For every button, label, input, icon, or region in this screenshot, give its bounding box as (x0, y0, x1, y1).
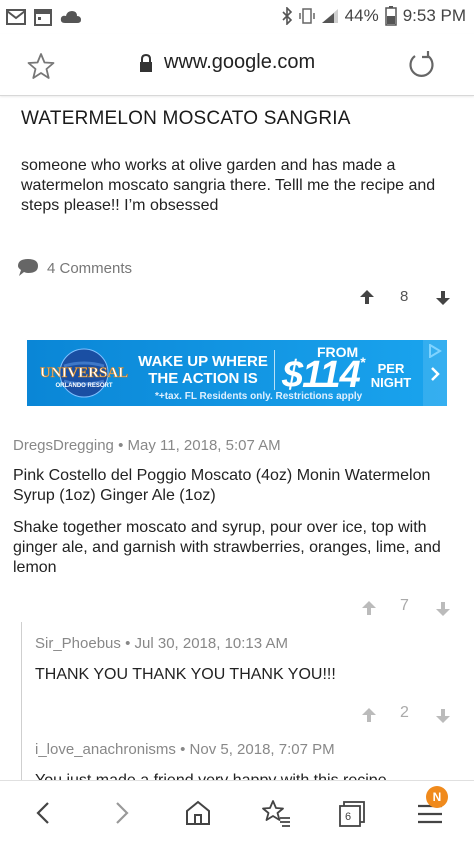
tab-count: 6 (344, 811, 352, 823)
reload-icon (409, 51, 434, 77)
star-list-icon (262, 800, 290, 827)
calendar-icon (34, 9, 52, 26)
comment-date: Nov 5, 2018, 7:07 PM (189, 741, 335, 758)
bookmark-button[interactable] (26, 51, 56, 81)
notification-badge: N (426, 786, 448, 808)
comment-author[interactable]: i_love_anachronisms (35, 741, 176, 758)
status-bar: 44% 9:53 PM (0, 0, 474, 34)
chevron-right-icon (431, 367, 440, 381)
ad-price-value: $114 (282, 354, 361, 396)
tabs-button[interactable]: 6 (334, 795, 370, 831)
cloud-icon (60, 11, 81, 23)
comment-text: Pink Costello del Poggio Moscato (4oz) M… (13, 467, 431, 504)
clock: 9:53 PM (402, 6, 466, 25)
forward-button[interactable] (103, 795, 139, 831)
browser-bottom-nav: 6 (0, 780, 474, 842)
browser-url-bar: www.google.com (0, 34, 474, 96)
post-body: someone who works at olive garden and ha… (21, 157, 436, 214)
signal-icon (321, 9, 338, 23)
home-button[interactable] (180, 795, 216, 831)
reply-thread-line (21, 622, 22, 782)
comments-link[interactable]: 4 Comments (17, 258, 132, 278)
back-button[interactable] (26, 795, 62, 831)
ad-headline-1: WAKE UP WHERE (138, 353, 268, 370)
post-title: WATERMELON MOSCATO SANGRIA (21, 108, 351, 129)
star-icon (27, 53, 55, 79)
ad-brand: UNIVERSAL (40, 365, 128, 381)
comments-count: 4 Comments (47, 259, 133, 277)
ad-divider (274, 350, 275, 390)
comment-meta: Sir_Phoebus • Jul 30, 2018, 10:13 AM (35, 635, 288, 652)
ad-headline-2: THE ACTION IS (148, 370, 258, 387)
battery-icon (384, 6, 397, 26)
chevron-left-icon (36, 802, 49, 824)
comment-text: Shake together moscato and syrup, pour o… (13, 519, 441, 576)
comment-author[interactable]: Sir_Phoebus (35, 635, 121, 652)
address-field[interactable]: www.google.com (138, 51, 315, 74)
speech-bubble-icon (18, 259, 38, 276)
universal-logo: UNIVERSAL ORLANDO RESORT (40, 348, 128, 398)
upvote-icon[interactable] (358, 288, 376, 306)
ad-brand-sub: ORLANDO RESORT (56, 383, 113, 389)
bluetooth-icon (282, 7, 292, 25)
ad-banner[interactable]: UNIVERSAL ORLANDO RESORT WAKE UP WHERE T… (27, 340, 447, 406)
reload-button[interactable] (406, 48, 438, 80)
ad-per: PER (377, 361, 405, 376)
upvote-icon[interactable] (360, 599, 378, 617)
bookmarks-button[interactable] (258, 795, 294, 831)
comment-vote-controls: 2 (360, 704, 454, 728)
comment-author[interactable]: DregsDregging (13, 437, 114, 454)
downvote-icon[interactable] (434, 289, 452, 307)
home-icon (186, 800, 210, 825)
downvote-icon[interactable] (434, 600, 452, 618)
battery-percent: 44% (344, 6, 379, 25)
ad-headline: WAKE UP WHERE THE ACTION IS (137, 353, 269, 387)
comment-date: Jul 30, 2018, 10:13 AM (134, 635, 288, 652)
meta-separator: • (118, 437, 124, 454)
vibrate-icon (298, 8, 315, 24)
ad-night: NIGHT (370, 375, 412, 390)
comment-meta: DregsDregging • May 11, 2018, 5:07 AM (13, 437, 281, 454)
comment-vote-count: 7 (400, 597, 409, 614)
ad-next-button[interactable] (423, 340, 447, 406)
meta-separator: • (125, 635, 131, 652)
comment-text: THANK YOU THANK YOU THANK YOU!!! (35, 666, 336, 683)
downvote-icon[interactable] (434, 707, 452, 725)
comment-vote-count: 2 (400, 704, 409, 721)
comment-date: May 11, 2018, 5:07 AM (127, 437, 281, 454)
comment-meta: i_love_anachronisms • Nov 5, 2018, 7:07 … (35, 741, 335, 758)
ad-per-night: PER NIGHT (367, 362, 415, 390)
url-text: www.google.com (164, 51, 316, 73)
chevron-right-icon (116, 802, 129, 824)
mail-icon (6, 9, 26, 25)
post-vote-count: 8 (400, 288, 409, 305)
comment-vote-controls: 7 (360, 597, 454, 621)
meta-separator: • (180, 741, 186, 758)
adchoices-icon (429, 344, 442, 358)
ad-price-note: * (359, 354, 366, 370)
lock-icon (140, 53, 152, 72)
ad-fine-print: *+tax. FL Residents only. Restrictions a… (155, 391, 363, 402)
upvote-icon[interactable] (360, 706, 378, 724)
post-vote-controls: 8 (358, 286, 454, 308)
